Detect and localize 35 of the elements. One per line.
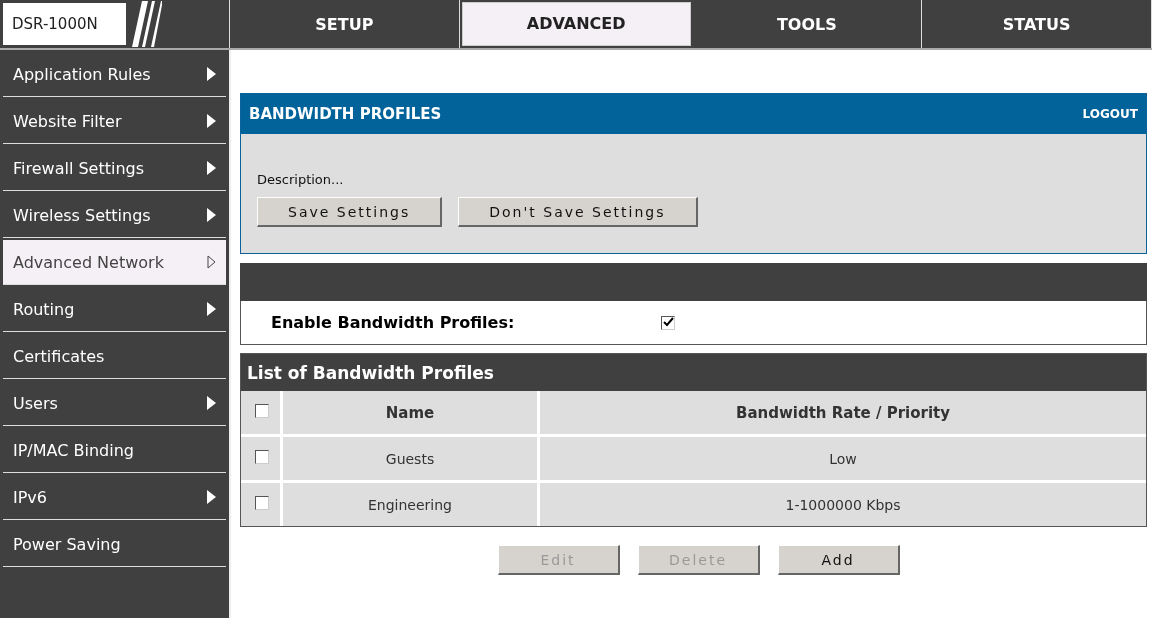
- row-checkbox[interactable]: [255, 496, 269, 510]
- sidebar-label: Application Rules: [13, 64, 151, 84]
- table-cell: 1-1000000 Kbps: [540, 483, 1146, 526]
- sidebar-label: IPv6: [13, 487, 47, 507]
- enable-checkbox[interactable]: [661, 315, 675, 330]
- nav-tab[interactable]: SETUP: [230, 0, 460, 48]
- select-all-checkbox[interactable]: [255, 404, 269, 418]
- sidebar-label: Certificates: [13, 346, 105, 366]
- action-button[interactable]: Add: [777, 545, 900, 575]
- sidebar-label: IP/MAC Binding: [13, 440, 134, 460]
- logo: DSR-1000N: [3, 3, 126, 45]
- panel-title: BANDWIDTH PROFILES: [249, 105, 442, 123]
- column-header: Bandwidth Rate / Priority: [540, 391, 1146, 437]
- table-cell: Low: [540, 437, 1146, 483]
- settings-button[interactable]: Save Settings: [257, 197, 443, 227]
- row-checkbox[interactable]: [255, 450, 269, 464]
- nav-tab[interactable]: STATUS: [922, 0, 1152, 48]
- sidebar-label: Advanced Network: [13, 252, 164, 272]
- sidebar-label: Website Filter: [13, 111, 122, 131]
- sidebar-label: Users: [13, 393, 58, 413]
- sidebar-item[interactable]: Advanced Network: [3, 240, 226, 285]
- sidebar-label: Routing: [13, 299, 75, 319]
- enable-label: Enable Bandwidth Profiles:: [271, 313, 516, 332]
- nav-tab[interactable]: ADVANCED: [459, 0, 693, 48]
- sidebar-label: Firewall Settings: [13, 158, 145, 178]
- description-text: Description...: [257, 172, 345, 187]
- table-cell: Guests: [283, 437, 540, 483]
- table-cell: Engineering: [283, 483, 540, 526]
- sidebar-label: Power Saving: [13, 534, 121, 554]
- nav-tab[interactable]: TOOLS: [692, 0, 923, 48]
- settings-button[interactable]: Don't Save Settings: [458, 197, 698, 227]
- table-title: List of Bandwidth Profiles: [247, 362, 494, 383]
- logout-link[interactable]: LOGOUT: [1082, 107, 1138, 121]
- sidebar-label: Wireless Settings: [13, 205, 151, 225]
- column-header: Name: [283, 391, 540, 437]
